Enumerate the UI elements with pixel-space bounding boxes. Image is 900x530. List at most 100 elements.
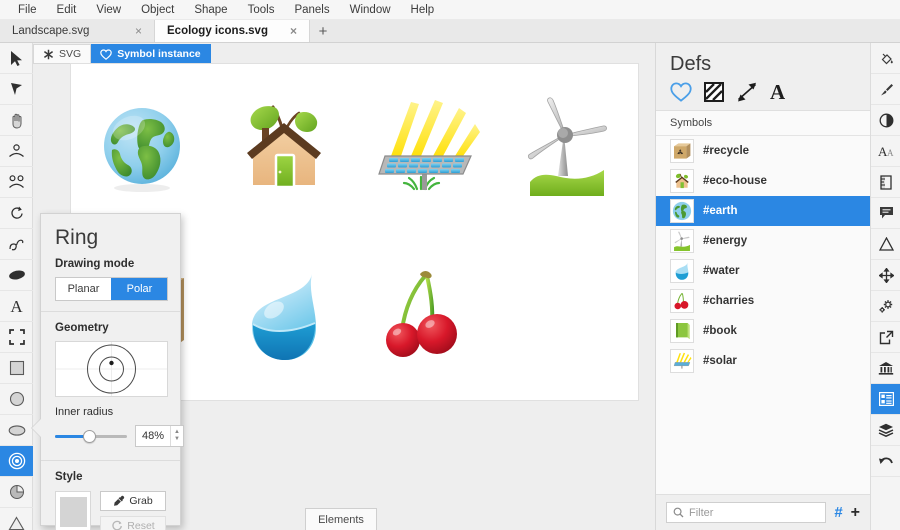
nodes-multi-tool[interactable] (0, 167, 33, 198)
grab-button[interactable]: Grab (100, 491, 166, 511)
defs-section-label: Symbols (656, 111, 870, 136)
symbol-row-water[interactable]: #water (656, 256, 870, 286)
menu-item-file[interactable]: File (8, 2, 47, 18)
inner-radius-slider[interactable] (55, 429, 127, 443)
select-arrow-tool[interactable] (0, 43, 33, 74)
elements-button[interactable]: Elements (305, 508, 377, 530)
shape-triangle-icon[interactable] (871, 229, 900, 260)
text-tool[interactable]: A (0, 291, 33, 322)
reset-button[interactable]: Reset (100, 516, 166, 530)
stepper-down-icon[interactable]: ▼ (174, 436, 180, 443)
crop-frame-tool[interactable] (0, 322, 33, 353)
defs-header: Defs A (656, 43, 870, 111)
menu-item-shape[interactable]: Shape (184, 2, 237, 18)
symbol-row-earth[interactable]: #earth (656, 196, 870, 226)
eco-house-icon (670, 169, 694, 193)
slider-knob[interactable] (83, 430, 96, 443)
filter-input[interactable]: Filter (666, 502, 826, 523)
brush-icon[interactable] (871, 74, 900, 105)
swatch-color (60, 497, 87, 527)
rotate-tool[interactable] (0, 198, 33, 229)
hand-tool[interactable] (0, 105, 33, 136)
menu-item-object[interactable]: Object (131, 2, 184, 18)
bank-icon[interactable] (871, 353, 900, 384)
gear-icon[interactable] (871, 291, 900, 322)
inner-radius-stepper[interactable]: 48% ▲ ▼ (135, 425, 184, 447)
pattern-hatch-icon[interactable] (704, 82, 724, 102)
heart-icon[interactable] (670, 82, 692, 102)
pie-tool[interactable] (0, 477, 33, 508)
menu-item-tools[interactable]: Tools (238, 2, 285, 18)
menu-item-edit[interactable]: Edit (47, 2, 87, 18)
symbol-label: #earth (703, 205, 738, 217)
comment-icon[interactable] (871, 198, 900, 229)
triangle-tool[interactable] (0, 508, 33, 530)
menu-item-help[interactable]: Help (401, 2, 445, 18)
export-icon[interactable] (871, 322, 900, 353)
fill-color-swatch[interactable] (55, 491, 91, 530)
menu-item-panels[interactable]: Panels (284, 2, 339, 18)
context-tab-svg[interactable]: SVG (33, 44, 91, 64)
earth-icon (670, 199, 694, 223)
artboard-icon-earth[interactable] (71, 64, 213, 232)
layers-icon[interactable] (871, 415, 900, 446)
heart-icon (100, 49, 112, 60)
eyedropper-icon (113, 495, 125, 507)
drawing-mode-section: Drawing mode Planar Polar (41, 258, 180, 301)
stepper-arrows[interactable]: ▲ ▼ (170, 426, 183, 446)
contrast-icon[interactable] (871, 105, 900, 136)
document-tab-ecology-icons[interactable]: Ecology icons.svg × (155, 20, 310, 42)
drawing-mode-planar[interactable]: Planar (56, 278, 111, 300)
close-icon[interactable]: × (133, 25, 144, 37)
ruler-icon[interactable] (871, 167, 900, 198)
gradient-icon[interactable] (736, 82, 758, 102)
inner-radius-value[interactable]: 48% (136, 426, 170, 446)
paint-bucket-icon[interactable] (871, 43, 900, 74)
symbol-row-solar[interactable]: #solar (656, 346, 870, 376)
text-a-icon[interactable]: A (770, 82, 785, 102)
stepper-up-icon[interactable]: ▲ (174, 429, 180, 436)
circle-tool[interactable] (0, 384, 33, 415)
symbol-row-eco-house[interactable]: #eco-house (656, 166, 870, 196)
ellipse-tool[interactable] (0, 415, 33, 446)
artboard-icon-eco-house[interactable] (213, 64, 355, 232)
geometry-preview[interactable] (55, 341, 168, 397)
menu-item-window[interactable]: Window (340, 2, 401, 18)
symbol-row-charries[interactable]: #charries (656, 286, 870, 316)
symbol-row-book[interactable]: #book (656, 316, 870, 346)
style-section: Style Grab Reset (41, 461, 180, 530)
pen-path-tool[interactable] (0, 229, 33, 260)
blob-brush-tool[interactable] (0, 260, 33, 291)
document-tab-landscape[interactable]: Landscape.svg × (0, 20, 155, 42)
artboard-icon-solar-panel[interactable] (355, 64, 497, 232)
hash-button[interactable]: # (834, 504, 842, 521)
defs-panel: Defs A Symbols (655, 43, 870, 530)
close-icon[interactable]: × (288, 25, 299, 37)
symbol-row-energy[interactable]: #energy (656, 226, 870, 256)
node-tool[interactable] (0, 136, 33, 167)
artboard-icon-cherries[interactable] (355, 232, 497, 400)
app-window: File Edit View Object Shape Tools Panels… (0, 0, 900, 530)
symbol-row-recycle[interactable]: #recycle (656, 136, 870, 166)
context-tab-symbol-instance[interactable]: Symbol instance (91, 44, 210, 64)
new-tab-button[interactable]: + (310, 20, 336, 42)
direct-select-tool[interactable] (0, 74, 33, 105)
symbol-label: #water (703, 265, 739, 277)
defs-list-icon[interactable] (871, 384, 900, 415)
add-symbol-button[interactable]: + (851, 504, 860, 522)
text-style-icon[interactable]: AA (871, 136, 900, 167)
asterisk-icon (43, 49, 54, 60)
solar-panel-icon (670, 349, 694, 373)
drawing-mode-polar[interactable]: Polar (111, 278, 167, 300)
panel-title: Ring (41, 214, 180, 258)
defs-footer: Filter # + (656, 494, 870, 530)
artboard-icon-wind-turbine[interactable] (496, 64, 638, 232)
ring-tool[interactable] (0, 446, 33, 477)
artboard-icon-water-drop[interactable] (213, 232, 355, 400)
menu-item-view[interactable]: View (86, 2, 131, 18)
rectangle-tool[interactable] (0, 353, 33, 384)
context-tab-label: SVG (59, 48, 81, 60)
move-icon[interactable] (871, 260, 900, 291)
geometry-label: Geometry (55, 322, 166, 334)
undo-icon[interactable] (871, 446, 900, 477)
